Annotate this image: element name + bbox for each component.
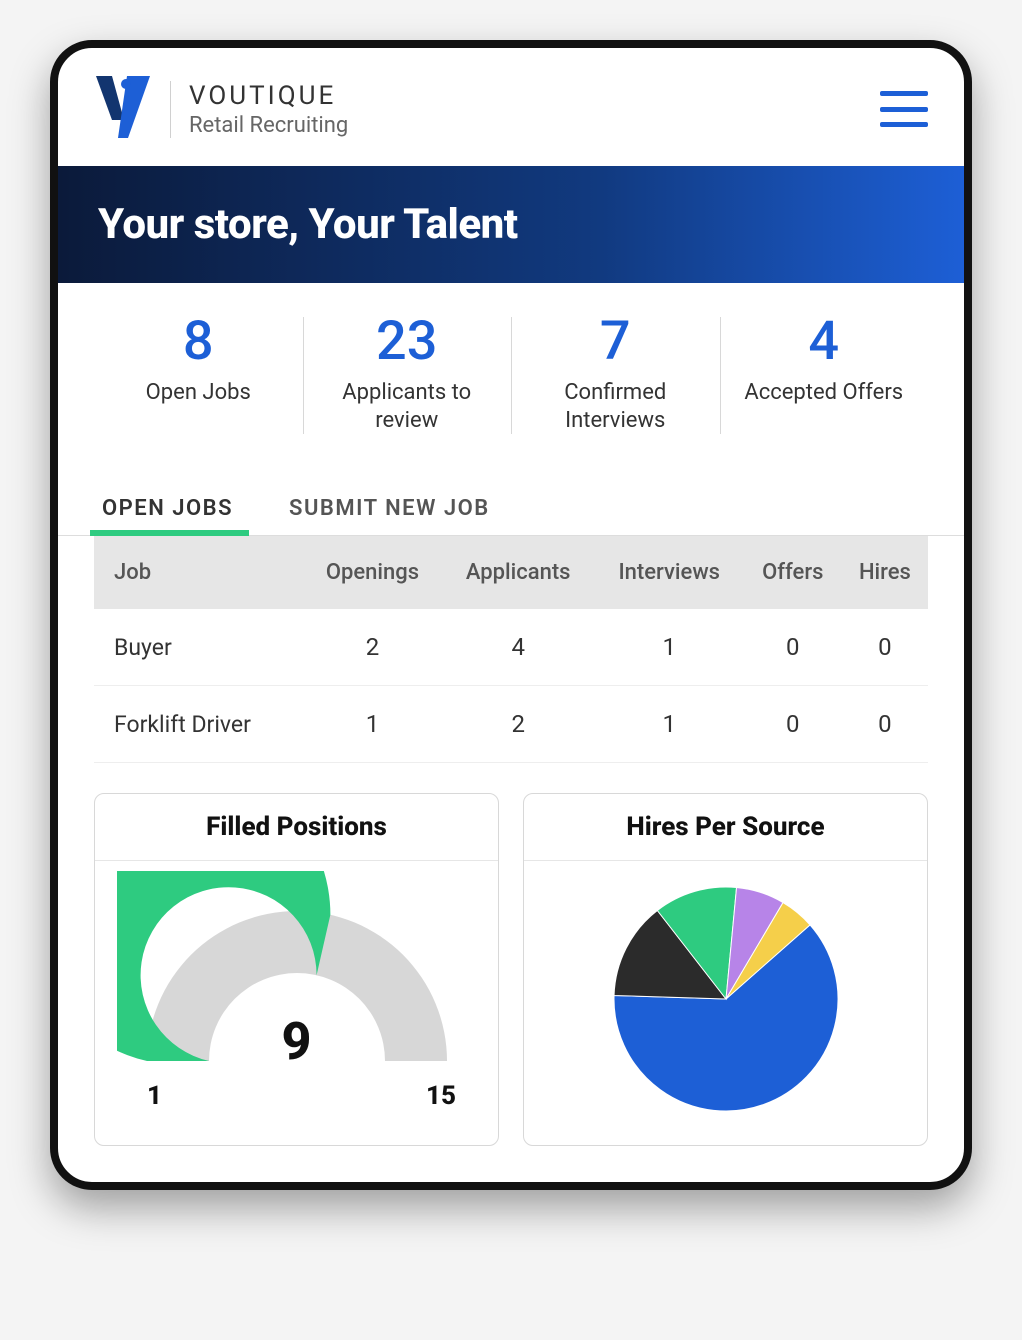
stats-row: 8 Open Jobs 23 Applicants to review 7 Co… [58, 283, 964, 462]
cell-job: Buyer [94, 609, 303, 686]
cell-interviews: 1 [595, 609, 744, 686]
card-filled-positions: Filled Positions 9 1 15 [94, 793, 499, 1146]
menu-icon[interactable] [880, 91, 928, 127]
table-row[interactable]: Buyer 2 4 1 0 0 [94, 609, 928, 686]
pie-chart [524, 861, 927, 1145]
jobs-table: Job Openings Applicants Interviews Offer… [58, 536, 964, 763]
col-offers: Offers [744, 536, 842, 609]
app-frame: VOUTIQUE Retail Recruiting Your store, Y… [50, 40, 972, 1190]
stat-label: Confirmed Interviews [517, 379, 714, 434]
stat-label: Open Jobs [100, 379, 297, 407]
brand: VOUTIQUE Retail Recruiting [94, 72, 348, 146]
col-openings: Openings [303, 536, 442, 609]
gauge-value: 9 [109, 1011, 484, 1072]
gauge-max: 15 [426, 1081, 456, 1111]
table-header-row: Job Openings Applicants Interviews Offer… [94, 536, 928, 609]
page-title: Your store, Your Talent [98, 200, 924, 249]
card-title: Filled Positions [95, 794, 498, 861]
tab-submit-new-job[interactable]: SUBMIT NEW JOB [281, 482, 498, 535]
stat-value: 8 [100, 315, 297, 369]
stat-open-jobs[interactable]: 8 Open Jobs [94, 307, 303, 452]
gauge-chart: 9 1 15 [109, 871, 484, 1111]
col-hires: Hires [842, 536, 928, 609]
charts-row: Filled Positions 9 1 15 Hires Per Source [58, 763, 964, 1182]
hero-banner: Your store, Your Talent [58, 166, 964, 283]
col-job: Job [94, 536, 303, 609]
app-header: VOUTIQUE Retail Recruiting [58, 48, 964, 166]
cell-applicants: 4 [442, 609, 595, 686]
cell-applicants: 2 [442, 686, 595, 763]
stat-accepted-offers[interactable]: 4 Accepted Offers [720, 307, 929, 452]
stat-label: Applicants to review [309, 379, 506, 434]
gauge-min: 1 [147, 1081, 162, 1111]
col-interviews: Interviews [595, 536, 744, 609]
tab-open-jobs[interactable]: OPEN JOBS [94, 482, 241, 535]
cell-openings: 2 [303, 609, 442, 686]
stat-value: 4 [726, 315, 923, 369]
brand-title: VOUTIQUE [189, 81, 348, 111]
card-hires-per-source: Hires Per Source [523, 793, 928, 1146]
stat-applicants-to-review[interactable]: 23 Applicants to review [303, 307, 512, 452]
cell-hires: 0 [842, 609, 928, 686]
stat-value: 23 [309, 315, 506, 369]
stat-value: 7 [517, 315, 714, 369]
col-applicants: Applicants [442, 536, 595, 609]
cell-interviews: 1 [595, 686, 744, 763]
tabs: OPEN JOBS SUBMIT NEW JOB [58, 462, 964, 536]
cell-offers: 0 [744, 686, 842, 763]
card-title: Hires Per Source [524, 794, 927, 861]
cell-hires: 0 [842, 686, 928, 763]
stat-label: Accepted Offers [726, 379, 923, 407]
table-row[interactable]: Forklift Driver 1 2 1 0 0 [94, 686, 928, 763]
stat-confirmed-interviews[interactable]: 7 Confirmed Interviews [511, 307, 720, 452]
brand-subtitle: Retail Recruiting [189, 113, 348, 138]
cell-openings: 1 [303, 686, 442, 763]
cell-job: Forklift Driver [94, 686, 303, 763]
logo-icon [94, 72, 154, 146]
cell-offers: 0 [744, 609, 842, 686]
